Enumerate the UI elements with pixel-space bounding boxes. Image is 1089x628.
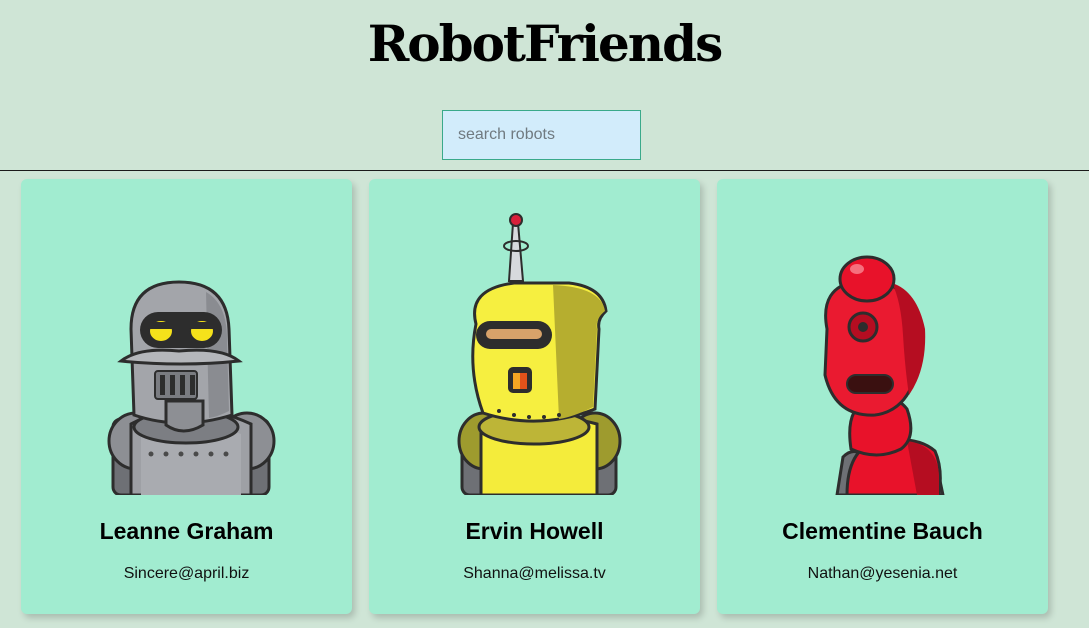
robot-name: Ervin Howell: [465, 518, 604, 544]
robot-card[interactable]: Clementine Bauch Nathan@yesenia.net: [717, 179, 1048, 614]
header-divider: [0, 170, 1089, 171]
robot-email: Shanna@melissa.tv: [463, 565, 606, 582]
robot-name: Clementine Bauch: [782, 518, 983, 544]
red-robot-icon: [823, 255, 945, 495]
search-input[interactable]: [442, 110, 641, 160]
yellow-robot-icon: [457, 213, 622, 495]
robot-email: Sincere@april.biz: [123, 565, 250, 582]
gray-robot-icon: [107, 280, 276, 495]
robot-card[interactable]: Leanne Graham Sincere@april.biz: [21, 179, 352, 614]
robot-email: Nathan@yesenia.net: [807, 565, 958, 582]
robot-name: Leanne Graham: [99, 518, 274, 544]
app-title: RobotFriends: [367, 14, 724, 73]
robot-card[interactable]: Ervin Howell Shanna@melissa.tv: [369, 179, 700, 614]
